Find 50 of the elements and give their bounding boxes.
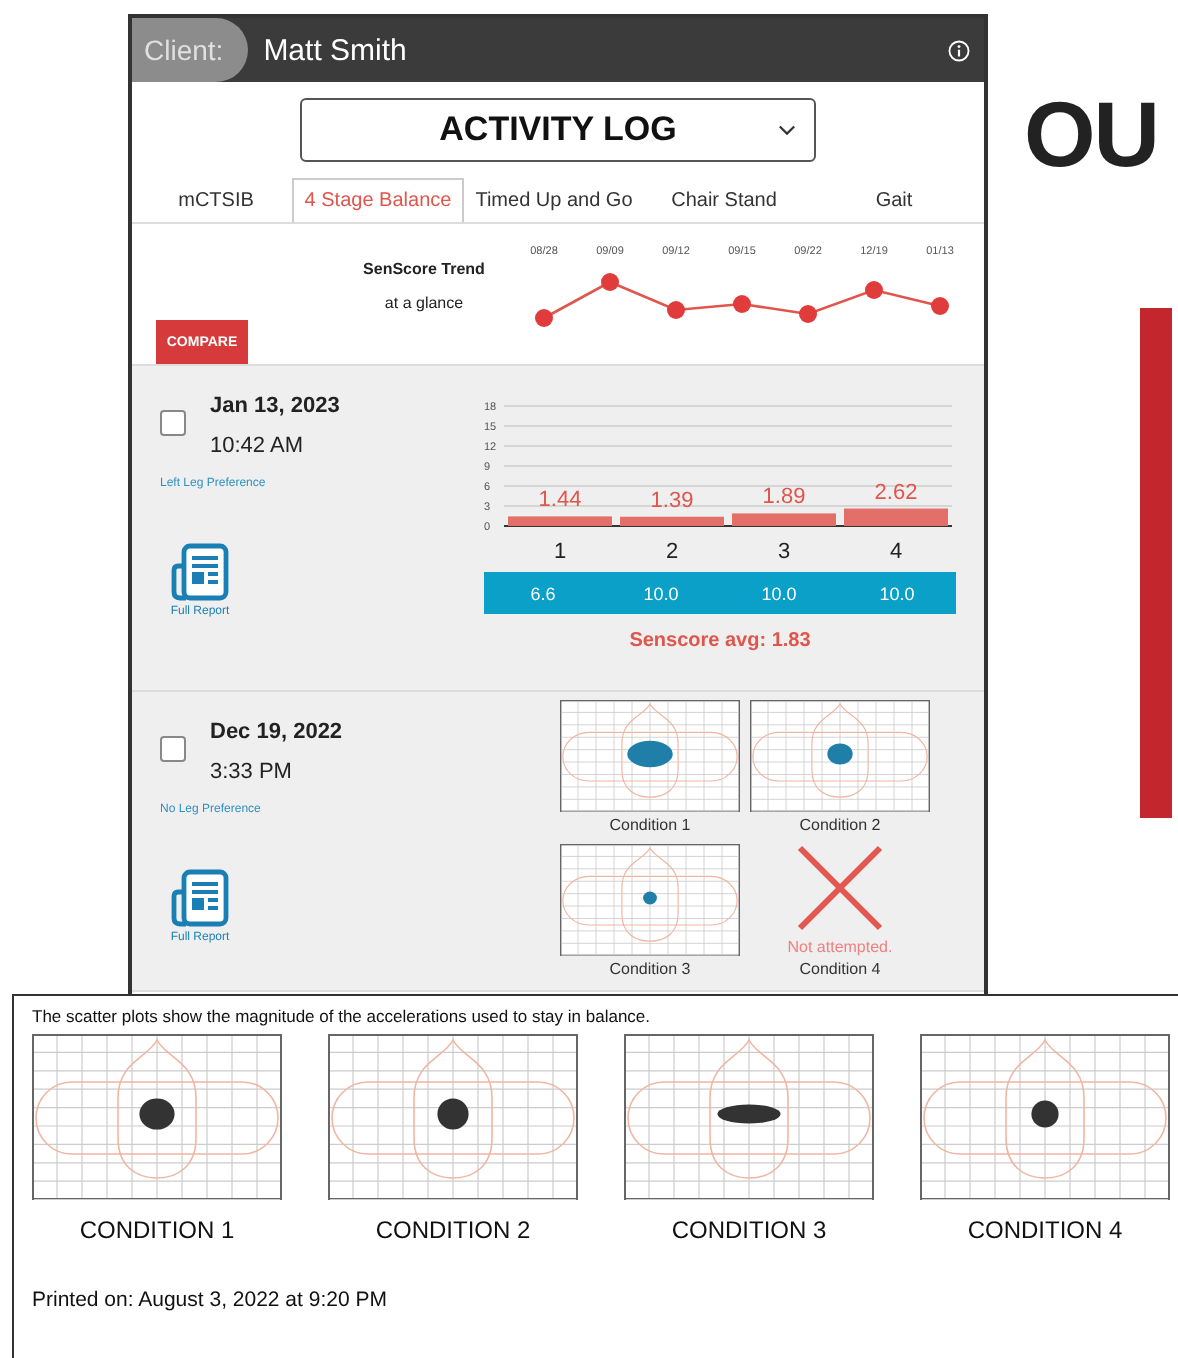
value-label: 1.44 [538, 488, 582, 513]
report-icon[interactable] [170, 542, 230, 602]
score-value: 10.0 [877, 583, 917, 603]
caption: The scatter plots show the magnitude of the accelerations used to stay in balance. [32, 1006, 653, 1026]
tab[interactable]: Timed Up and Go [464, 178, 644, 222]
bar [732, 513, 836, 526]
bar [620, 516, 724, 526]
session-time: 3:33 PM [210, 760, 294, 784]
page-heading: OU [1024, 80, 1160, 188]
condition-label: CONDITION 1 [79, 1216, 235, 1244]
condition-label: CONDITION 2 [375, 1216, 531, 1244]
session-time: 10:42 AM [210, 434, 305, 458]
trend-subtitle: at a glance [384, 294, 464, 312]
value-label: 1.89 [762, 485, 806, 510]
category-label: 1 [553, 540, 567, 564]
score-value: 10.0 [641, 583, 681, 603]
cross-icon [794, 842, 886, 934]
bar [508, 516, 612, 526]
client-name: Matt Smith [263, 33, 409, 67]
condition-label: Condition 2 [799, 816, 881, 836]
condition-label: CONDITION 3 [671, 1216, 827, 1244]
condition-label: Condition 3 [609, 960, 691, 980]
not-attempted-note: Not attempted. [787, 938, 893, 956]
printed-date: Printed on: August 3, 2022 at 9:20 PM [32, 1288, 389, 1312]
senscore-average: Senscore avg: 1.83 [629, 630, 811, 652]
chevron-down-icon [778, 124, 796, 136]
condition-label: Condition 4 [799, 960, 881, 980]
trend-title: SenScore Trend [361, 260, 487, 278]
category-label: 2 [665, 540, 679, 564]
tab[interactable]: Chair Stand [644, 178, 804, 222]
category-label: 4 [889, 540, 903, 564]
condition-label: CONDITION 4 [967, 1216, 1123, 1244]
report-icon[interactable] [170, 868, 230, 928]
value-label: 1.39 [650, 488, 694, 513]
info-icon[interactable] [948, 39, 970, 61]
value-label: 2.62 [874, 480, 918, 505]
activity-dropdown[interactable]: ACTIVITY LOG [300, 98, 816, 162]
session-date: Jan 13, 2023 [210, 394, 340, 418]
tab[interactable]: mCTSIB [140, 178, 292, 222]
condition-label: Condition 1 [609, 816, 691, 836]
bar [844, 508, 948, 526]
score-value: 6.6 [528, 583, 558, 603]
score-value: 10.0 [759, 583, 799, 603]
checkbox[interactable] [160, 410, 186, 436]
tab[interactable]: 4 Stage Balance [292, 178, 464, 222]
client-label: Client: [132, 18, 248, 82]
category-label: 3 [777, 540, 791, 564]
tab[interactable]: Gait [804, 178, 984, 222]
session-date: Dec 19, 2022 [210, 720, 343, 744]
checkbox[interactable] [160, 736, 186, 762]
